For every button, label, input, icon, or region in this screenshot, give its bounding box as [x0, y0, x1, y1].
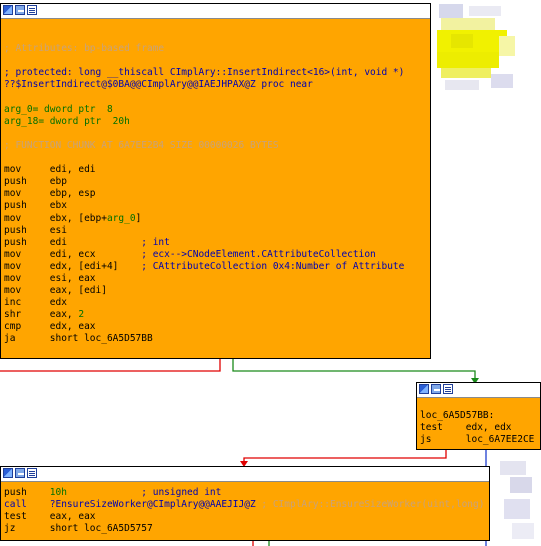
block-titlebar [1, 4, 430, 19]
block-titlebar [1, 467, 489, 482]
code-token: cmp edx, eax [4, 321, 96, 333]
code-line[interactable]: mov esi, eax [4, 273, 430, 285]
graph-text-view-icon[interactable] [443, 384, 453, 394]
code-block-insert-indirect[interactable]: ; Attributes: bp-based frame ; protected:… [0, 3, 431, 359]
code-line[interactable]: push esi [4, 225, 430, 237]
code-line[interactable]: inc edx [4, 297, 430, 309]
code-token: mov eax, [edi] [4, 285, 107, 297]
code-token: ; CAttributeCollection 0x4:Number of Att… [118, 260, 405, 272]
code-line[interactable]: mov edx, [edi+4] ; CAttributeCollection … [4, 261, 430, 273]
code-token: mov ebx, [ebp+ [4, 212, 107, 224]
code-line[interactable]: ja short loc_6A5D57BB [4, 333, 430, 345]
code-token: ; FUNCTION CHUNK AT 6A7EE2B4 SIZE 000000… [4, 139, 279, 151]
graph-text-view-icon[interactable] [27, 5, 37, 15]
code-line[interactable] [420, 398, 540, 410]
code-line[interactable] [4, 128, 430, 140]
code-token: push ebp [4, 176, 67, 188]
code-line[interactable]: mov edi, ecx ; ecx-->CNodeElement.CAttri… [4, 249, 430, 261]
code-line[interactable]: test eax, eax [4, 511, 489, 523]
code-line[interactable] [4, 55, 430, 67]
code-line[interactable]: push ebp [4, 176, 430, 188]
code-token: ; unsigned int [66, 487, 222, 498]
code-line[interactable] [4, 152, 430, 164]
block-titlebar [417, 383, 540, 398]
graph-minimize-icon[interactable] [15, 5, 25, 15]
graph-minimize-icon[interactable] [15, 468, 25, 478]
code-token: ; Attributes: bp-based frame [4, 43, 165, 55]
code-line[interactable]: ; FUNCTION CHUNK AT 6A7EE2B4 SIZE 000000… [4, 140, 430, 152]
code-line[interactable]: ; protected: long __thiscall CImplAry::I… [4, 67, 430, 79]
graph-color-icon[interactable] [3, 468, 13, 478]
graph-minimize-icon[interactable] [431, 384, 441, 394]
code-token: 10h [49, 487, 67, 498]
code-token: mov edi, ecx [4, 248, 96, 260]
code-token: ; protected: long __thiscall CImplAry::I… [4, 67, 405, 79]
code-token: push ebx [4, 200, 67, 212]
code-token: call ?EnsureSizeWorker@CImplAry@@AAEJIJ@… [4, 499, 256, 511]
code-line[interactable]: loc_6A5D57BB: [420, 410, 540, 422]
code-line[interactable]: arg_0= dword ptr 8 [4, 104, 430, 116]
code-token: ; CImplAry::EnsureSizeWorker(uint,long) [255, 499, 485, 511]
code-line[interactable]: mov eax, [edi] [4, 285, 430, 297]
edge-red-right [243, 449, 447, 465]
edge-red-left [0, 358, 221, 372]
graph-color-icon[interactable] [419, 384, 429, 394]
code-token: mov ebp, esp [4, 188, 96, 200]
code-token: ; ecx-->CNodeElement.CAttributeCollectio… [95, 248, 376, 260]
code-line[interactable] [4, 19, 430, 31]
code-token: jz short loc_6A5D5757 [4, 523, 153, 535]
code-token: test edx, edx [420, 422, 512, 434]
code-token: ] [135, 212, 142, 224]
code-token: test eax, eax [4, 511, 96, 523]
code-token: ; int [66, 236, 170, 248]
code-line[interactable]: arg_18= dword ptr 20h [4, 116, 430, 128]
code-token: mov esi, eax [4, 272, 96, 284]
code-line[interactable]: ??$InsertIndirect@$0BA@@CImplAry@@IAEJHP… [4, 79, 430, 91]
code-line[interactable]: jz short loc_6A5D5757 [4, 523, 489, 535]
code-token: shr eax, [4, 309, 79, 321]
code-token: inc edx [4, 297, 67, 309]
code-token: loc_6A5D57BB: [420, 410, 495, 422]
code-block-ensure-size[interactable]: push 10h ; unsigned int call ?EnsureSizeW… [0, 466, 490, 541]
code-line[interactable]: mov ebx, [ebp+arg_0] [4, 213, 430, 225]
code-line[interactable]: call ?EnsureSizeWorker@CImplAry@@AAEJIJ@… [4, 499, 489, 511]
code-token: 2 [78, 309, 85, 321]
code-line[interactable]: push edi ; int [4, 237, 430, 249]
disassembly-listing: loc_6A5D57BB: test edx, edx js loc_6A7EE2C… [417, 398, 540, 446]
code-token: arg_0 [106, 212, 136, 224]
code-line[interactable] [4, 92, 430, 104]
code-token: ??$InsertIndirect@$0BA@@CImplAry@@IAEJHP… [4, 79, 313, 91]
graph-overview-thumbnail [431, 4, 541, 101]
edge-green-true [232, 358, 476, 382]
graph-color-icon[interactable] [3, 5, 13, 15]
code-line[interactable]: mov ebp, esp [4, 188, 430, 200]
graph-overview-fragment-bottom [490, 455, 541, 546]
code-block-loc-6a5d57bb[interactable]: loc_6A5D57BB: test edx, edx js loc_6A7EE2C… [416, 382, 541, 450]
code-token: arg_0= dword ptr 8 [4, 103, 113, 115]
code-token: mov edx, [edi+4] [4, 260, 119, 272]
code-token: push edi [4, 236, 67, 248]
code-token: push esi [4, 224, 67, 236]
disassembly-listing: ; Attributes: bp-based frame ; protected:… [1, 19, 430, 346]
code-token: push [4, 487, 50, 498]
code-line[interactable]: push 10h ; unsigned int [4, 487, 489, 499]
code-line[interactable]: shr eax, 2 [4, 309, 430, 321]
code-line[interactable]: js loc_6A7EE2CE [420, 434, 540, 446]
code-line[interactable] [4, 31, 430, 43]
code-token: js loc_6A7EE2CE [420, 434, 535, 446]
code-line[interactable]: push ebx [4, 200, 430, 212]
code-token: arg_18= dword ptr 20h [4, 115, 130, 127]
graph-text-view-icon[interactable] [27, 468, 37, 478]
disassembly-listing: push 10h ; unsigned int call ?EnsureSizeW… [1, 482, 489, 535]
code-line[interactable]: cmp edx, eax [4, 321, 430, 333]
code-token: ja short loc_6A5D57BB [4, 333, 153, 345]
code-line[interactable]: ; Attributes: bp-based frame [4, 43, 430, 55]
code-token: mov edi, edi [4, 164, 96, 176]
code-line[interactable]: mov edi, edi [4, 164, 430, 176]
code-line[interactable]: test edx, edx [420, 422, 540, 434]
